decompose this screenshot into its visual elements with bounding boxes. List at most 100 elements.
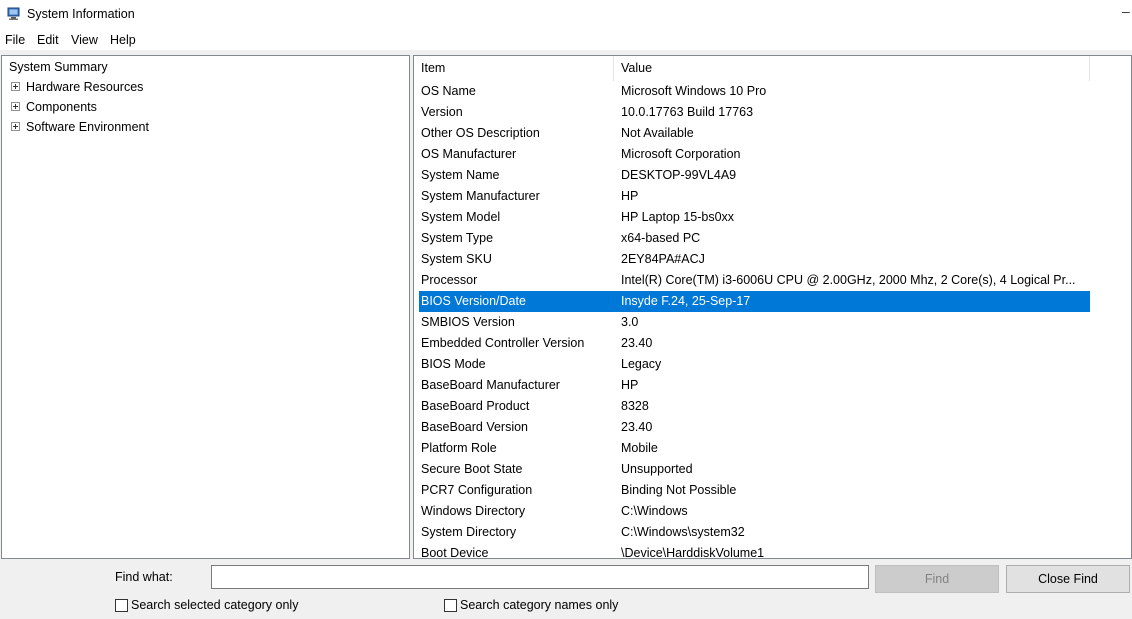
- table-row[interactable]: Version 10.0.17763 Build 17763: [419, 102, 1090, 123]
- row-value-cell: 23.40: [621, 420, 653, 434]
- table-row[interactable]: System Manufacturer HP: [419, 186, 1090, 207]
- table-row[interactable]: BIOS Version/Date Insyde F.24, 25-Sep-17: [419, 291, 1090, 312]
- title-bar: System Information –: [0, 0, 1132, 30]
- table-row[interactable]: Processor Intel(R) Core(TM) i3-6006U CPU …: [419, 270, 1090, 291]
- minimize-button[interactable]: –: [1122, 3, 1132, 19]
- row-value-cell: C:\Windows\system32: [621, 525, 745, 539]
- table-row[interactable]: OS Manufacturer Microsoft Corporation: [419, 144, 1090, 165]
- table-row[interactable]: System Directory C:\Windows\system32: [419, 522, 1090, 543]
- row-value-cell: 8328: [621, 399, 649, 413]
- table-row[interactable]: BaseBoard Manufacturer HP: [419, 375, 1090, 396]
- column-header-item[interactable]: Item: [414, 56, 614, 81]
- search-selected-category-checkbox[interactable]: Search selected category only: [115, 597, 355, 613]
- row-value-cell: Intel(R) Core(TM) i3-6006U CPU @ 2.00GHz…: [621, 273, 1076, 287]
- table-row[interactable]: BaseBoard Product 8328: [419, 396, 1090, 417]
- row-item-cell: System Directory: [421, 525, 517, 539]
- menu-help[interactable]: Help: [110, 33, 136, 47]
- row-item-cell: System SKU: [421, 252, 492, 266]
- window-title: System Information: [27, 7, 135, 21]
- menu-edit[interactable]: Edit: [37, 33, 59, 47]
- table-row[interactable]: System Model HP Laptop 15-bs0xx: [419, 207, 1090, 228]
- row-item-cell: System Name: [421, 168, 500, 182]
- table-row[interactable]: Boot Device \Device\HarddiskVolume1: [419, 543, 1090, 559]
- row-value-cell: HP: [621, 378, 639, 392]
- table-row[interactable]: OS Name Microsoft Windows 10 Pro: [419, 81, 1090, 102]
- row-value-cell: x64-based PC: [621, 231, 701, 245]
- row-item-cell: OS Name: [421, 84, 476, 98]
- row-item-cell: Other OS Description: [421, 126, 540, 140]
- row-value-cell: HP: [621, 189, 639, 203]
- row-value-cell: Legacy: [621, 357, 662, 371]
- expand-icon[interactable]: [11, 82, 20, 91]
- table-row[interactable]: BaseBoard Version 23.40: [419, 417, 1090, 438]
- table-row[interactable]: System Name DESKTOP-99VL4A9: [419, 165, 1090, 186]
- row-value-cell: Mobile: [621, 441, 658, 455]
- tree-item-label: Hardware Resources: [26, 80, 144, 94]
- row-value-cell: 2EY84PA#ACJ: [621, 252, 705, 266]
- row-value-cell: 10.0.17763 Build 17763: [621, 105, 754, 119]
- row-item-cell: BaseBoard Manufacturer: [421, 378, 560, 392]
- row-value-cell: Insyde F.24, 25-Sep-17: [621, 294, 751, 308]
- table-row[interactable]: Other OS Description Not Available: [419, 123, 1090, 144]
- row-value-cell: Unsupported: [621, 462, 693, 476]
- tree-item-system-summary[interactable]: System Summary: [7, 58, 110, 76]
- table-row[interactable]: Platform Role Mobile: [419, 438, 1090, 459]
- table-row[interactable]: BIOS Mode Legacy: [419, 354, 1090, 375]
- menu-view[interactable]: View: [71, 33, 98, 47]
- search-category-names-checkbox[interactable]: Search category names only: [444, 597, 684, 613]
- expand-icon[interactable]: [11, 122, 20, 131]
- checkbox-icon[interactable]: [444, 599, 457, 612]
- row-value-cell: \Device\HarddiskVolume1: [621, 546, 765, 559]
- row-value-cell: Not Available: [621, 126, 694, 140]
- table-row[interactable]: Secure Boot State Unsupported: [419, 459, 1090, 480]
- row-item-cell: PCR7 Configuration: [421, 483, 533, 497]
- row-item-cell: System Manufacturer: [421, 189, 540, 203]
- column-header-value[interactable]: Value: [614, 56, 1090, 81]
- close-find-button[interactable]: Close Find: [1006, 565, 1130, 593]
- row-item-cell: Windows Directory: [421, 504, 526, 518]
- category-tree[interactable]: System Summary Hardware Resources Compon…: [1, 55, 410, 559]
- row-item-cell: Processor: [421, 273, 478, 287]
- row-value-cell: 3.0: [621, 315, 639, 329]
- row-item-cell: SMBIOS Version: [421, 315, 515, 329]
- find-what-input[interactable]: [211, 565, 869, 589]
- row-item-cell: Boot Device: [421, 546, 489, 559]
- table-row[interactable]: Embedded Controller Version 23.40: [419, 333, 1090, 354]
- tree-item-software-environment[interactable]: Software Environment: [2, 118, 402, 136]
- tree-item-components[interactable]: Components: [2, 98, 402, 116]
- row-value-cell: Microsoft Corporation: [621, 147, 741, 161]
- table-row[interactable]: SMBIOS Version 3.0: [419, 312, 1090, 333]
- row-value-cell: DESKTOP-99VL4A9: [621, 168, 737, 182]
- menu-bar: File Edit View Help: [0, 30, 1132, 50]
- find-button[interactable]: Find: [875, 565, 999, 593]
- checkbox-label: Search selected category only: [131, 598, 299, 612]
- list-rows: OS Name Microsoft Windows 10 Pro Version 10…: [419, 81, 1090, 559]
- row-item-cell: BaseBoard Product: [421, 399, 530, 413]
- row-item-cell: BIOS Mode: [421, 357, 486, 371]
- list-header: Item Value: [414, 56, 1131, 81]
- row-item-cell: BaseBoard Version: [421, 420, 529, 434]
- tree-item-label: Software Environment: [26, 120, 149, 134]
- row-item-cell: System Type: [421, 231, 494, 245]
- menu-file[interactable]: File: [5, 33, 25, 47]
- table-row[interactable]: PCR7 Configuration Binding Not Possible: [419, 480, 1090, 501]
- tree-item-hardware-resources[interactable]: Hardware Resources: [2, 78, 402, 96]
- expand-icon[interactable]: [11, 102, 20, 111]
- row-value-cell: HP Laptop 15-bs0xx: [621, 210, 735, 224]
- checkbox-label: Search category names only: [460, 598, 619, 612]
- table-row[interactable]: Windows Directory C:\Windows: [419, 501, 1090, 522]
- row-item-cell: System Model: [421, 210, 501, 224]
- row-value-cell: Microsoft Windows 10 Pro: [621, 84, 767, 98]
- table-row[interactable]: System Type x64-based PC: [419, 228, 1090, 249]
- row-value-cell: C:\Windows: [621, 504, 688, 518]
- row-item-cell: Platform Role: [421, 441, 497, 455]
- row-item-cell: Version: [421, 105, 463, 119]
- row-item-cell: Secure Boot State: [421, 462, 523, 476]
- checkbox-icon[interactable]: [115, 599, 128, 612]
- row-value-cell: Binding Not Possible: [621, 483, 737, 497]
- row-value-cell: 23.40: [621, 336, 653, 350]
- details-list[interactable]: Item Value OS Name Microsoft Windows 10 P…: [413, 55, 1132, 559]
- table-row[interactable]: System SKU 2EY84PA#ACJ: [419, 249, 1090, 270]
- find-what-label: Find what:: [115, 570, 173, 584]
- row-item-cell: Embedded Controller Version: [421, 336, 585, 350]
